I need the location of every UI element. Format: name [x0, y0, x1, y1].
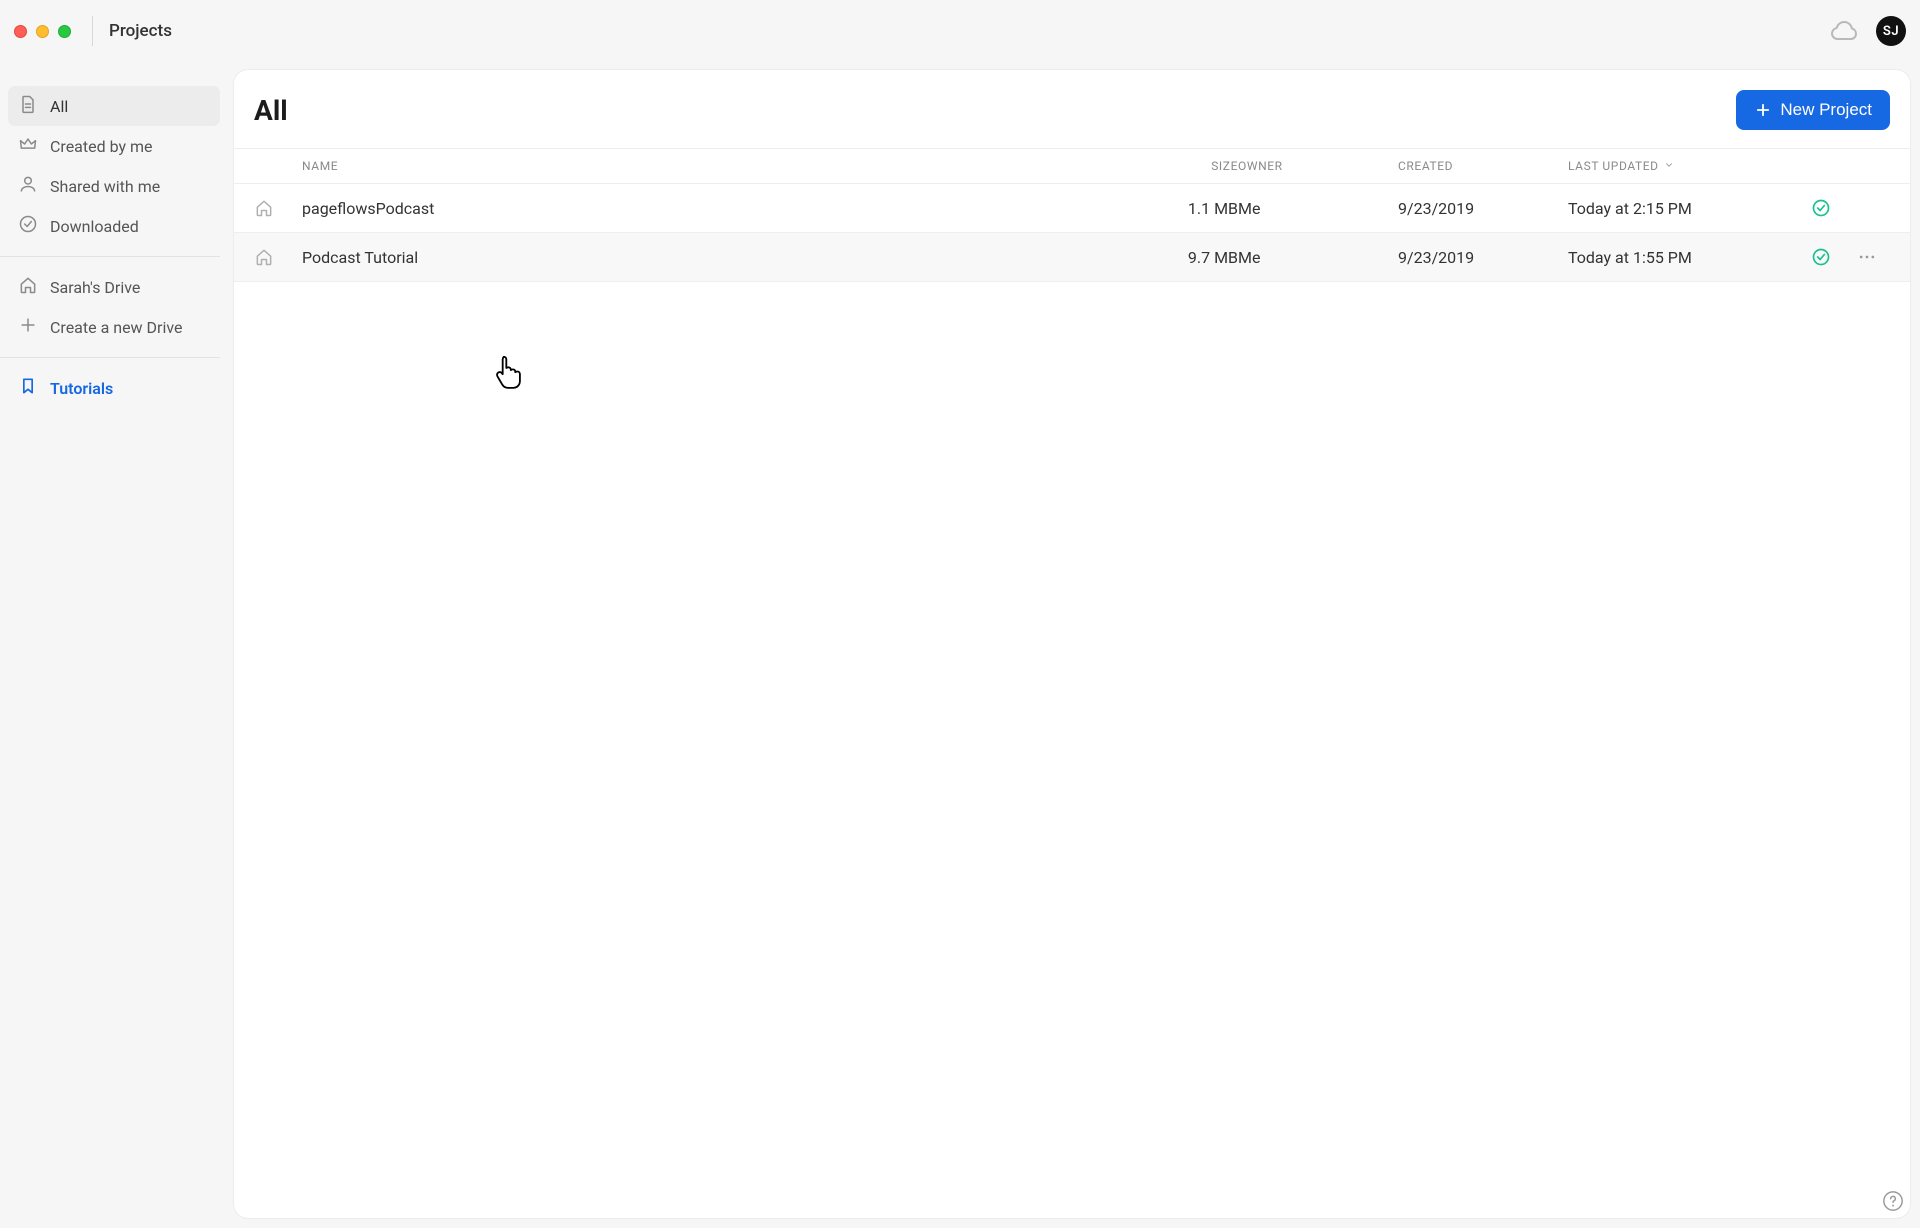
sidebar-item-label: Create a new Drive	[50, 318, 183, 337]
table-body: pageflowsPodcast 1.1 MB Me 9/23/2019 Tod…	[234, 184, 1910, 282]
sidebar-divider	[0, 256, 220, 257]
project-name: Podcast Tutorial	[302, 248, 1098, 267]
sidebar: All Created by me Shared with me	[0, 62, 228, 1228]
project-owner: Me	[1238, 199, 1398, 218]
crown-icon	[18, 134, 38, 158]
home-icon	[254, 198, 302, 218]
sidebar-item-label: Downloaded	[50, 217, 139, 236]
project-updated: Today at 2:15 PM	[1568, 199, 1798, 218]
document-icon	[18, 94, 38, 118]
column-last-updated-label: Last Updated	[1568, 159, 1659, 173]
sidebar-item-all[interactable]: All	[8, 86, 220, 126]
column-created[interactable]: Created	[1398, 159, 1568, 173]
plus-icon	[18, 315, 38, 339]
sidebar-item-shared-with-me[interactable]: Shared with me	[8, 166, 220, 206]
project-size: 9.7 MB	[1098, 248, 1238, 267]
sidebar-item-tutorials[interactable]: Tutorials	[8, 368, 220, 408]
column-owner[interactable]: Owner	[1238, 159, 1398, 173]
table-row[interactable]: Podcast Tutorial 9.7 MB Me 9/23/2019 Tod…	[234, 233, 1910, 282]
user-avatar[interactable]: SJ	[1876, 16, 1906, 46]
window-minimize-button[interactable]	[36, 25, 49, 38]
user-initials: SJ	[1883, 24, 1899, 39]
projects-panel: All New Project Name Size Owner Created …	[234, 70, 1910, 1218]
sidebar-item-label: Sarah's Drive	[50, 278, 140, 297]
home-icon	[254, 247, 302, 267]
sidebar-item-label: Shared with me	[50, 177, 160, 196]
table-row[interactable]: pageflowsPodcast 1.1 MB Me 9/23/2019 Tod…	[234, 184, 1910, 233]
new-project-button[interactable]: New Project	[1736, 90, 1890, 130]
titlebar: Projects SJ	[0, 0, 1920, 62]
window-zoom-button[interactable]	[58, 25, 71, 38]
cloud-sync-icon[interactable]	[1830, 21, 1858, 41]
sidebar-item-label: All	[50, 97, 68, 116]
sidebar-item-label: Tutorials	[50, 379, 113, 398]
sidebar-item-created-by-me[interactable]: Created by me	[8, 126, 220, 166]
project-updated: Today at 1:55 PM	[1568, 248, 1798, 267]
bookmark-icon	[18, 376, 38, 400]
chevron-down-icon	[1664, 159, 1674, 173]
project-owner: Me	[1238, 248, 1398, 267]
home-icon	[18, 275, 38, 299]
project-created: 9/23/2019	[1398, 248, 1568, 267]
project-created: 9/23/2019	[1398, 199, 1568, 218]
person-icon	[18, 174, 38, 198]
sync-ok-icon	[1798, 247, 1844, 267]
project-name: pageflowsPodcast	[302, 199, 1098, 218]
breadcrumb-root[interactable]: Projects	[109, 21, 172, 41]
sidebar-divider	[0, 357, 220, 358]
sidebar-item-label: Created by me	[50, 137, 153, 156]
plus-icon	[1754, 101, 1772, 119]
row-more-button[interactable]	[1857, 247, 1877, 267]
window-controls	[14, 25, 71, 38]
sync-ok-icon	[1798, 198, 1844, 218]
sidebar-item-drive[interactable]: Sarah's Drive	[8, 267, 220, 307]
project-size: 1.1 MB	[1098, 199, 1238, 218]
new-project-label: New Project	[1780, 100, 1872, 120]
column-name[interactable]: Name	[302, 159, 1098, 173]
column-last-updated[interactable]: Last Updated	[1568, 159, 1798, 173]
window-close-button[interactable]	[14, 25, 27, 38]
table-header: Name Size Owner Created Last Updated	[234, 148, 1910, 184]
page-title: All	[254, 94, 288, 127]
sidebar-item-downloaded[interactable]: Downloaded	[8, 206, 220, 246]
help-button[interactable]	[1882, 1190, 1904, 1212]
title-divider	[92, 16, 93, 46]
column-size[interactable]: Size	[1098, 159, 1238, 173]
download-check-icon	[18, 214, 38, 238]
sidebar-item-create-drive[interactable]: Create a new Drive	[8, 307, 220, 347]
